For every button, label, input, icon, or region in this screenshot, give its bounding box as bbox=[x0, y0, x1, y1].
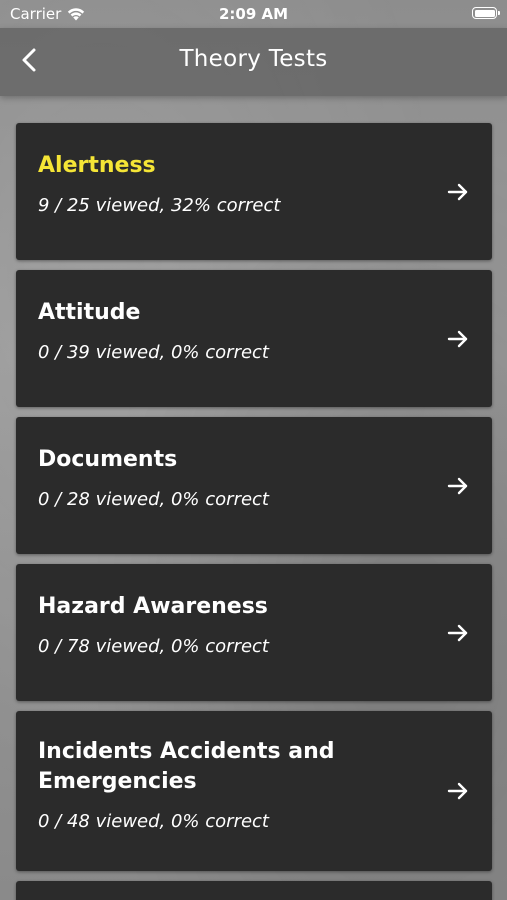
topic-progress: 0 / 39 viewed, 0% correct bbox=[38, 342, 269, 363]
topic-title: Alertness bbox=[38, 153, 156, 178]
topic-progress: 0 / 78 viewed, 0% correct bbox=[38, 636, 269, 657]
status-bar: Carrier 2:09 AM bbox=[0, 0, 507, 28]
arrow-right-icon bbox=[447, 183, 468, 200]
topic-title: Documents bbox=[38, 447, 178, 472]
topic-card-documents[interactable]: Documents 0 / 28 viewed, 0% correct bbox=[16, 417, 492, 554]
topic-card-hazard-awareness[interactable]: Hazard Awareness 0 / 78 viewed, 0% corre… bbox=[16, 564, 492, 701]
arrow-right-icon bbox=[447, 477, 468, 494]
topic-progress: 0 / 48 viewed, 0% correct bbox=[38, 811, 269, 832]
topic-card-alertness[interactable]: Alertness 9 / 25 viewed, 32% correct bbox=[16, 123, 492, 260]
arrow-right-icon bbox=[447, 782, 468, 800]
status-time: 2:09 AM bbox=[218, 5, 289, 23]
topic-title: Attitude bbox=[38, 300, 141, 325]
battery-level bbox=[474, 9, 495, 17]
topic-card-incidents[interactable]: Incidents Accidents and Emergencies 0 / … bbox=[16, 711, 492, 871]
topic-list: Alertness 9 / 25 viewed, 32% correct Att… bbox=[16, 123, 492, 900]
navigation-bar: Theory Tests bbox=[0, 28, 507, 96]
topic-title: Hazard Awareness bbox=[38, 594, 268, 619]
page-title: Theory Tests bbox=[179, 46, 328, 72]
topic-progress: 9 / 25 viewed, 32% correct bbox=[38, 195, 281, 216]
topic-progress: 0 / 28 viewed, 0% correct bbox=[38, 489, 269, 510]
topic-title: Incidents Accidents and Emergencies bbox=[38, 739, 335, 794]
arrow-right-icon bbox=[447, 624, 468, 641]
topic-card-attitude[interactable]: Attitude 0 / 39 viewed, 0% correct bbox=[16, 270, 492, 407]
topic-card-partial[interactable] bbox=[16, 881, 492, 900]
arrow-right-icon bbox=[447, 330, 468, 347]
battery-icon bbox=[472, 7, 500, 19]
